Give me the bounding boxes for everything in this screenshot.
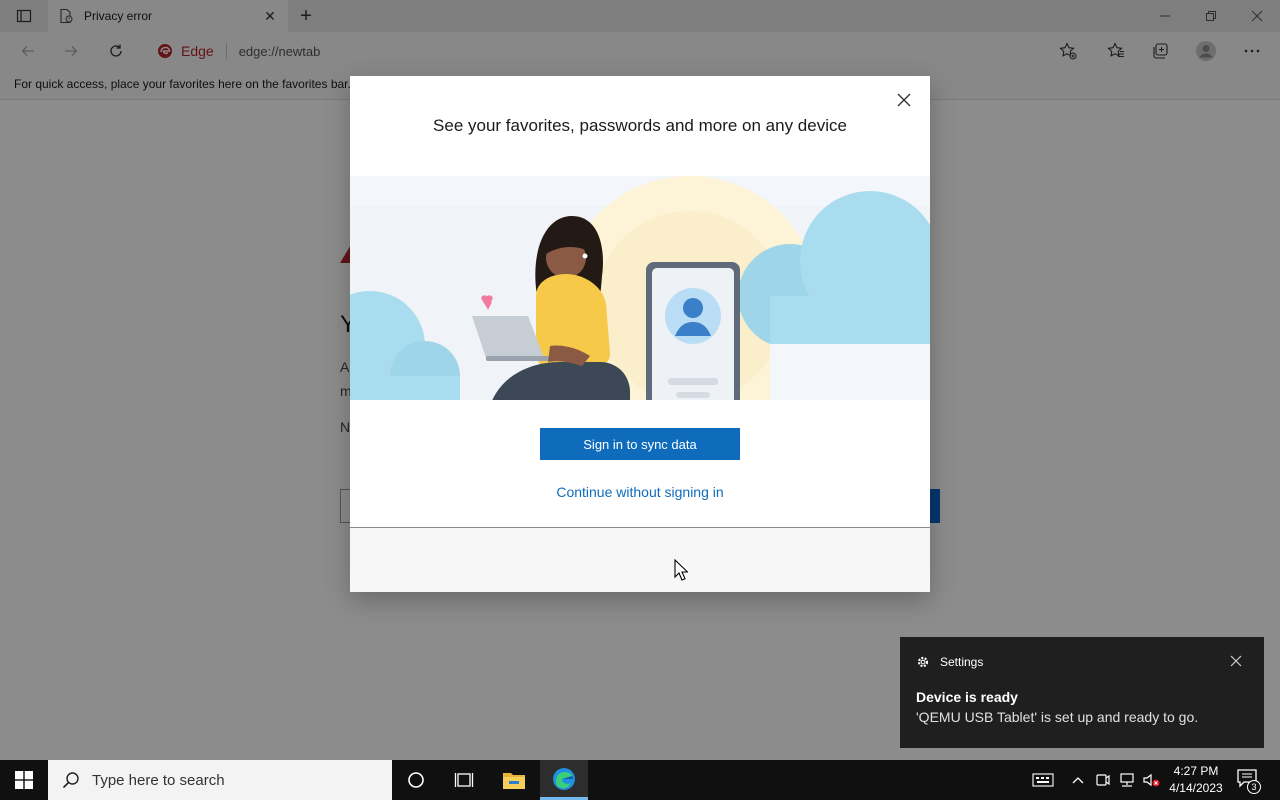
dialog-footer: [350, 528, 930, 592]
sign-in-sync-button[interactable]: Sign in to sync data: [540, 428, 740, 460]
clock-date: 4/14/2023: [1169, 781, 1223, 795]
windows-logo-icon[interactable]: [0, 760, 48, 800]
cortana-icon[interactable]: [392, 760, 440, 800]
dialog-title: See your favorites, passwords and more o…: [433, 116, 847, 135]
continue-without-signin-link[interactable]: Continue without signing in: [350, 484, 930, 500]
notification-count-badge: 3: [1247, 780, 1261, 794]
mouse-cursor-icon: [674, 558, 689, 581]
toast-app-name: Settings: [940, 655, 984, 669]
close-icon[interactable]: [1228, 653, 1244, 669]
system-clock[interactable]: 4:27 PM 4/14/2023: [1162, 763, 1230, 797]
volume-muted-icon[interactable]: [1141, 770, 1161, 790]
toast-app-header: Settings: [916, 655, 983, 669]
sync-signin-dialog: See your favorites, passwords and more o…: [350, 76, 930, 592]
close-icon[interactable]: [890, 86, 918, 114]
task-view-icon[interactable]: [440, 760, 488, 800]
meet-now-icon[interactable]: [1093, 770, 1113, 790]
search-placeholder: Type here to search: [92, 771, 225, 789]
file-explorer-icon[interactable]: [490, 760, 538, 800]
device-ready-notification[interactable]: Settings Device is ready 'QEMU USB Table…: [900, 637, 1264, 748]
chevron-up-icon[interactable]: [1068, 770, 1088, 790]
clock-time: 4:27 PM: [1173, 764, 1219, 778]
toast-title: Device is ready: [916, 689, 1018, 705]
taskbar: Type here to search 4:27 PM 4/14/2023 3: [0, 760, 1280, 800]
network-icon[interactable]: [1117, 770, 1137, 790]
gear-icon: [916, 655, 930, 669]
toast-body: 'QEMU USB Tablet' is set up and ready to…: [916, 709, 1199, 725]
edge-icon[interactable]: [540, 760, 588, 800]
search-icon: [62, 771, 80, 789]
taskbar-search-box[interactable]: Type here to search: [48, 760, 392, 800]
sync-illustration: [350, 176, 930, 400]
keyboard-icon[interactable]: [1031, 770, 1055, 790]
